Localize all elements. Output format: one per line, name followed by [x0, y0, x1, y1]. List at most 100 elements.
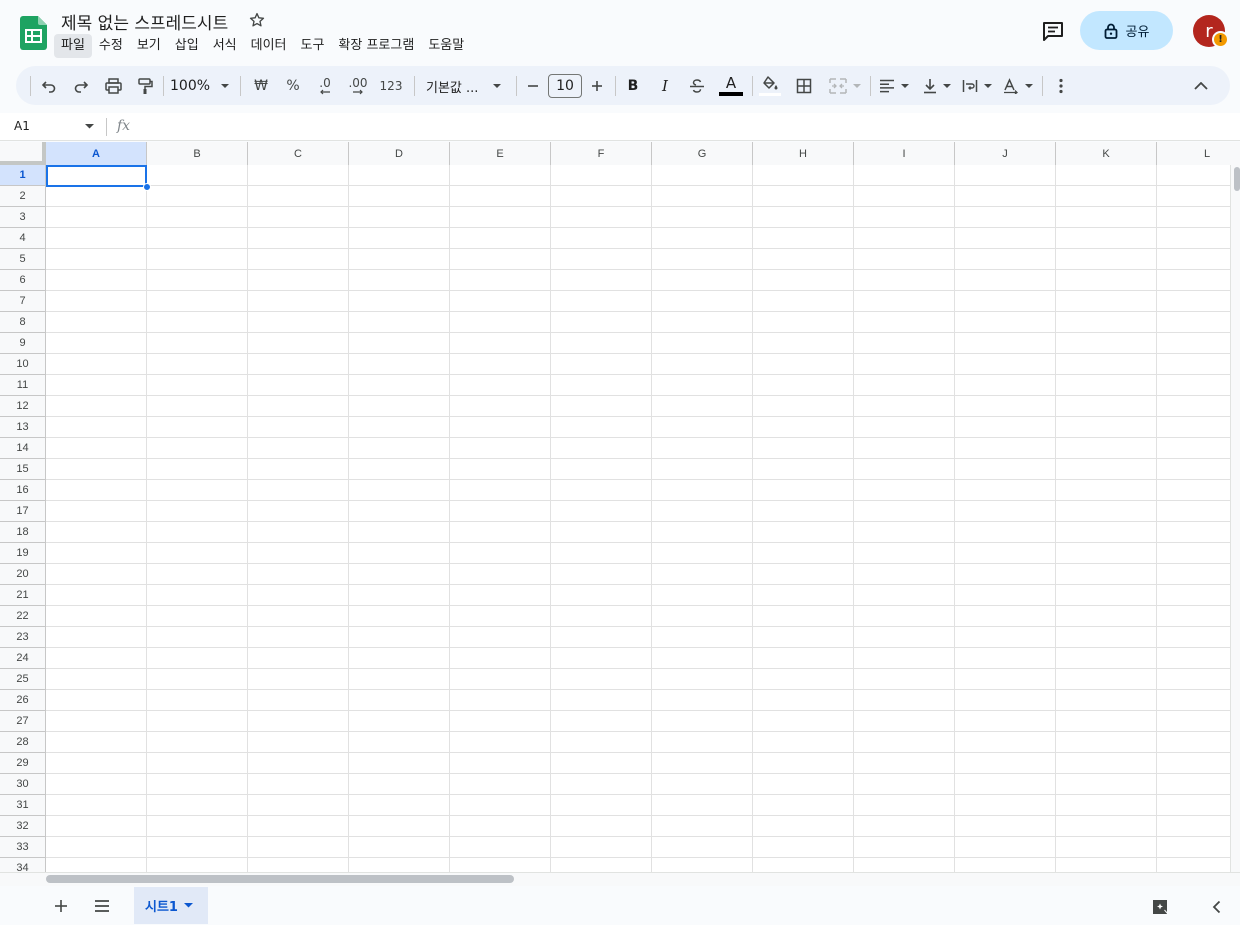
increase-decimal-button[interactable]: .00	[344, 73, 372, 99]
row-header-26[interactable]: 26	[0, 690, 45, 711]
active-cell-a1[interactable]	[46, 165, 147, 187]
row-header-8[interactable]: 8	[0, 312, 45, 333]
menu-data[interactable]: 데이터	[244, 34, 294, 58]
column-header-k[interactable]: K	[1056, 142, 1157, 165]
column-header-j[interactable]: J	[955, 142, 1056, 165]
row-header-1[interactable]: 1	[0, 165, 45, 186]
vertical-scrollbar-thumb[interactable]	[1234, 167, 1240, 191]
share-button[interactable]: 공유	[1080, 11, 1173, 50]
caret-down-icon[interactable]	[85, 124, 94, 129]
strikethrough-button[interactable]	[686, 73, 708, 99]
column-header-a[interactable]: A	[46, 142, 147, 165]
more-formats-button[interactable]: 123	[378, 73, 404, 99]
decrease-decimal-button[interactable]: .0	[312, 73, 338, 99]
row-header-31[interactable]: 31	[0, 795, 45, 816]
column-header-i[interactable]: I	[854, 142, 955, 165]
row-header-25[interactable]: 25	[0, 669, 45, 690]
column-header-e[interactable]: E	[450, 142, 551, 165]
row-header-17[interactable]: 17	[0, 501, 45, 522]
bold-button[interactable]: B	[622, 73, 644, 99]
menu-extensions[interactable]: 확장 프로그램	[331, 34, 421, 58]
merge-cells-button[interactable]	[826, 73, 864, 99]
paint-format-button[interactable]	[134, 73, 156, 99]
undo-button[interactable]	[38, 73, 60, 99]
menu-edit[interactable]: 수정	[92, 34, 130, 58]
row-header-12[interactable]: 12	[0, 396, 45, 417]
add-sheet-icon[interactable]	[51, 896, 71, 916]
column-header-g[interactable]: G	[652, 142, 753, 165]
increase-font-size-button[interactable]	[587, 73, 607, 99]
column-header-f[interactable]: F	[551, 142, 652, 165]
explore-icon[interactable]	[1150, 897, 1170, 917]
row-header-7[interactable]: 7	[0, 291, 45, 312]
print-button[interactable]	[102, 73, 124, 99]
row-header-33[interactable]: 33	[0, 837, 45, 858]
borders-button[interactable]	[793, 73, 815, 99]
row-header-29[interactable]: 29	[0, 753, 45, 774]
text-wrapping-button[interactable]	[960, 73, 994, 99]
menu-view[interactable]: 보기	[130, 34, 168, 58]
horizontal-scrollbar-thumb[interactable]	[46, 875, 514, 883]
currency-format-button[interactable]: ₩	[250, 73, 272, 99]
star-icon[interactable]	[248, 11, 266, 29]
column-header-b[interactable]: B	[147, 142, 248, 165]
menu-format[interactable]: 서식	[206, 34, 244, 58]
row-header-16[interactable]: 16	[0, 480, 45, 501]
font-family-select[interactable]: 기본값 ...	[424, 73, 504, 99]
document-title[interactable]: 제목 없는 스프레드시트	[61, 9, 228, 34]
row-header-11[interactable]: 11	[0, 375, 45, 396]
column-header-d[interactable]: D	[349, 142, 450, 165]
row-header-32[interactable]: 32	[0, 816, 45, 837]
spreadsheet-grid[interactable]: ABCDEFGHIJKL 1 2 3 4 5 6 7 8 9 10 11 12 13 14 15 16 17 18…	[0, 142, 1240, 872]
row-header-24[interactable]: 24	[0, 648, 45, 669]
percent-format-button[interactable]: %	[282, 73, 304, 99]
text-rotation-button[interactable]	[1001, 73, 1035, 99]
row-header-21[interactable]: 21	[0, 585, 45, 606]
menu-help[interactable]: 도움말	[421, 34, 471, 58]
column-header-c[interactable]: C	[248, 142, 349, 165]
menu-file[interactable]: 파일	[54, 34, 92, 58]
row-header-23[interactable]: 23	[0, 627, 45, 648]
caret-down-icon[interactable]	[183, 903, 193, 908]
row-header-14[interactable]: 14	[0, 438, 45, 459]
row-header-5[interactable]: 5	[0, 249, 45, 270]
row-header-22[interactable]: 22	[0, 606, 45, 627]
menu-tools[interactable]: 도구	[294, 34, 332, 58]
row-header-6[interactable]: 6	[0, 270, 45, 291]
menu-insert[interactable]: 삽입	[168, 34, 206, 58]
italic-button[interactable]: I	[654, 73, 676, 99]
font-size-input[interactable]: 10	[548, 74, 582, 98]
more-options-button[interactable]	[1050, 73, 1072, 99]
row-header-20[interactable]: 20	[0, 564, 45, 585]
row-header-15[interactable]: 15	[0, 459, 45, 480]
row-header-3[interactable]: 3	[0, 207, 45, 228]
comments-icon[interactable]	[1041, 19, 1065, 43]
all-sheets-menu-icon[interactable]	[92, 896, 112, 916]
row-header-10[interactable]: 10	[0, 354, 45, 375]
sheets-logo-icon[interactable]	[20, 16, 47, 50]
fill-handle[interactable]	[143, 183, 151, 191]
decrease-font-size-button[interactable]	[523, 73, 543, 99]
row-header-28[interactable]: 28	[0, 732, 45, 753]
zoom-select[interactable]: 100%	[168, 73, 232, 99]
sheet-tab-1[interactable]: 시트1	[134, 887, 208, 924]
row-header-4[interactable]: 4	[0, 228, 45, 249]
row-header-13[interactable]: 13	[0, 417, 45, 438]
column-header-h[interactable]: H	[753, 142, 854, 165]
row-header-18[interactable]: 18	[0, 522, 45, 543]
cell-area[interactable]	[46, 165, 1230, 872]
row-header-30[interactable]: 30	[0, 774, 45, 795]
text-color-button[interactable]: A	[718, 73, 744, 99]
name-box[interactable]: A1	[14, 119, 30, 133]
fill-color-button[interactable]	[758, 73, 782, 99]
horizontal-align-button[interactable]	[877, 73, 911, 99]
chevron-left-icon[interactable]	[1207, 897, 1227, 917]
column-header-l[interactable]: L	[1157, 142, 1240, 165]
select-all-corner[interactable]	[0, 142, 46, 165]
row-header-2[interactable]: 2	[0, 186, 45, 207]
row-header-34[interactable]: 34	[0, 858, 45, 872]
vertical-scrollbar-track[interactable]	[1230, 165, 1240, 872]
row-header-19[interactable]: 19	[0, 543, 45, 564]
vertical-align-button[interactable]	[920, 73, 954, 99]
hide-menus-button[interactable]	[1190, 73, 1212, 99]
